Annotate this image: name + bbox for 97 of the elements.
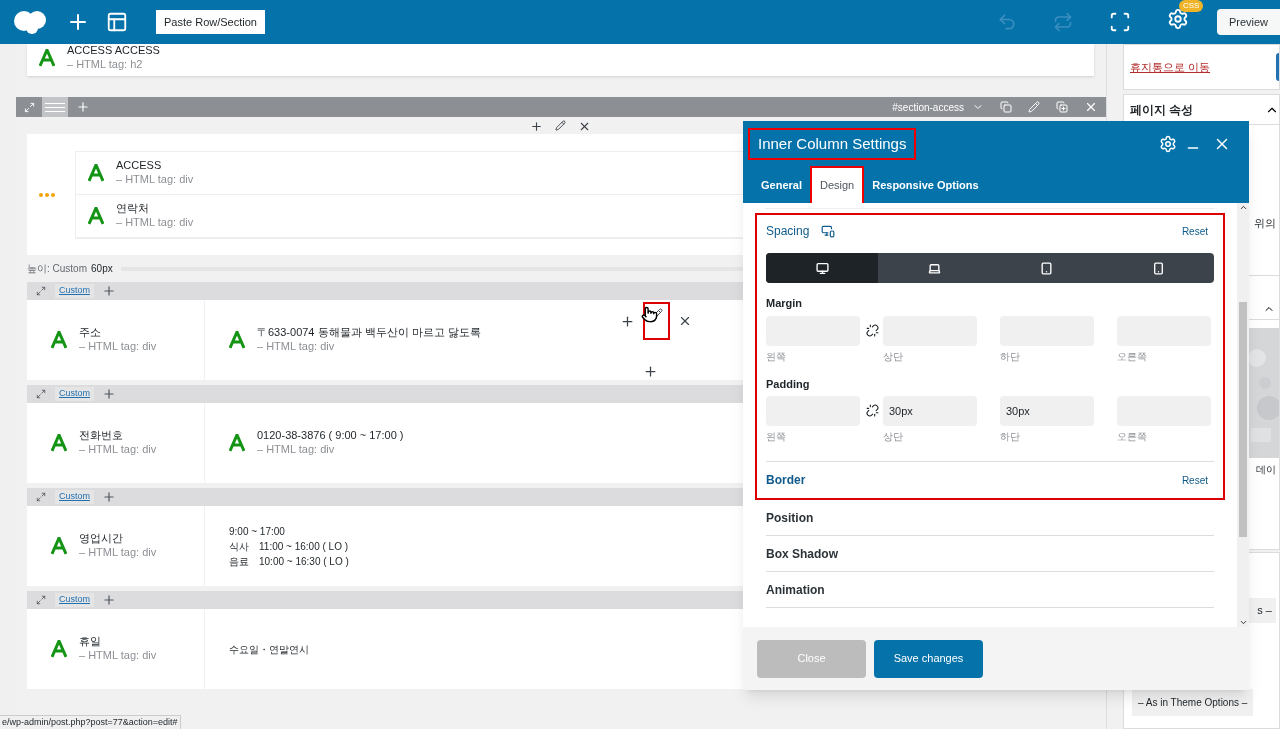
- group-title: Margin: [766, 296, 804, 311]
- paste-row-button[interactable]: Paste Row/Section: [156, 9, 265, 35]
- unlink-icon[interactable]: [866, 404, 879, 417]
- responsive-icon[interactable]: [821, 224, 836, 238]
- laptop-icon: [927, 261, 941, 275]
- element-title: 주소: [79, 326, 102, 340]
- modal-title: Inner Column Settings: [748, 127, 917, 161]
- field-label: 하단: [1000, 430, 1021, 444]
- panel-title: 페이지 속성: [1130, 101, 1194, 119]
- element-title: ACCESS ACCESS: [67, 44, 160, 58]
- more-icon[interactable]: [39, 192, 55, 197]
- height-label: 높이: Custom: [27, 262, 87, 276]
- field-label: 상단: [883, 349, 904, 364]
- text-element-icon: [229, 331, 245, 349]
- desktop-icon: [815, 261, 829, 275]
- element-tag: – HTML tag: div: [116, 215, 194, 230]
- phone-icon: [1151, 261, 1165, 275]
- unlink-icon[interactable]: [866, 323, 879, 337]
- text-element-icon: [39, 48, 55, 67]
- layout-link[interactable]: Custom: [55, 490, 94, 504]
- height-value: 60px: [91, 262, 113, 276]
- settings-icon[interactable]: [1166, 7, 1189, 30]
- layout-link[interactable]: Custom: [55, 284, 94, 298]
- field-label: 하단: [1000, 349, 1021, 364]
- content-text: 식사 11:00 ~ 16:00 ( LO ): [229, 539, 349, 554]
- text-element-icon: [51, 434, 67, 452]
- content-text: 음료 10:00 ~ 16:30 ( LO ): [229, 554, 349, 569]
- border-title: Border: [766, 472, 806, 489]
- scrollbar-thumb[interactable]: [1239, 302, 1247, 537]
- fullscreen-icon[interactable]: [1108, 11, 1131, 33]
- element-tag: – HTML tag: div: [257, 340, 481, 354]
- element-tag: – HTML tag: div: [257, 443, 404, 457]
- hand-cursor-icon: [641, 306, 658, 323]
- preview-button[interactable]: Preview: [1216, 8, 1280, 36]
- element-tag: – HTML tag: div: [79, 340, 157, 354]
- layout-link[interactable]: Custom: [55, 387, 94, 401]
- field-label: 상단: [883, 430, 904, 444]
- element-title: 전화번호: [79, 429, 124, 443]
- modal-tab[interactable]: General: [759, 167, 804, 203]
- text-element-icon: [51, 537, 67, 555]
- css-badge: CSS: [1178, 0, 1204, 12]
- text-element-icon: [88, 163, 104, 182]
- element-title: 0120-38-3876 ( 9:00 ~ 17:00 ): [257, 429, 404, 443]
- collapsed-section[interactable]: Box Shadow: [766, 536, 1214, 572]
- field-label: 오른쪽: [1117, 349, 1148, 364]
- text-element-icon: [51, 640, 67, 658]
- add-icon[interactable]: [620, 313, 635, 329]
- template-select[interactable]: – As in Theme Options –: [1132, 689, 1254, 716]
- content-text: 수요일・연말연시: [229, 642, 309, 657]
- element-tag: – HTML tag: div: [79, 546, 157, 560]
- field-label: 왼쪽: [766, 349, 787, 364]
- content-text: 9:00 ~ 17:00: [229, 524, 286, 539]
- element-title: 연락처: [116, 201, 150, 216]
- element-tag: – HTML tag: h2: [67, 57, 160, 72]
- element-tag: – HTML tag: div: [79, 443, 157, 457]
- element-title: ACCESS: [116, 158, 163, 173]
- add-icon[interactable]: [530, 120, 543, 133]
- text-fragment: 위의: [1254, 216, 1276, 231]
- settings-icon[interactable]: [1159, 135, 1177, 153]
- text-element-icon: [51, 331, 67, 349]
- collapsed-section[interactable]: Animation: [766, 572, 1214, 608]
- duplicate-icon[interactable]: [1056, 101, 1068, 113]
- spacing-field[interactable]: 30px: [1000, 396, 1094, 426]
- field-label: 오른쪽: [1117, 430, 1148, 444]
- close-icon[interactable]: [578, 120, 591, 133]
- update-button[interactable]: [1276, 53, 1279, 81]
- element-title: 휴일: [79, 635, 102, 649]
- reset-link[interactable]: Reset: [1181, 472, 1208, 488]
- text-fragment: 데이: [1256, 463, 1276, 477]
- collapsed-section[interactable]: Position: [766, 500, 1214, 536]
- modal-tab[interactable]: Design: [809, 166, 865, 203]
- layout-link[interactable]: Custom: [55, 593, 94, 607]
- reset-link[interactable]: Reset: [1181, 223, 1208, 239]
- save-changes-button[interactable]: Save changes: [874, 639, 983, 678]
- device-tab[interactable]: [766, 253, 878, 283]
- copy-icon[interactable]: [1000, 101, 1012, 113]
- group-title: Padding: [766, 376, 811, 392]
- element-title: 〒633-0074 동해물과 백두산이 마르고 닳도록: [257, 326, 481, 340]
- trash-link[interactable]: 휴지통으로 이동: [1130, 58, 1211, 76]
- scroll-up-icon[interactable]: [1238, 203, 1248, 212]
- element-tag: – HTML tag: div: [116, 172, 194, 187]
- element-title: 영업시간: [79, 532, 124, 546]
- tablet-icon: [1039, 261, 1053, 275]
- close-icon[interactable]: [678, 314, 692, 328]
- text-fragment: s –: [1249, 598, 1276, 623]
- modal-tab[interactable]: Responsive Options: [870, 167, 981, 203]
- layout-icon[interactable]: [106, 11, 128, 33]
- text-element-icon: [88, 206, 104, 225]
- scroll-down-icon[interactable]: [1238, 618, 1248, 627]
- add-icon[interactable]: [643, 364, 658, 379]
- spacing-field[interactable]: 30px: [883, 396, 977, 426]
- text-element-icon: [229, 434, 245, 452]
- element-tag: – HTML tag: div: [79, 649, 157, 663]
- section-anchor: #section-access: [892, 100, 964, 115]
- drag-handle-icon[interactable]: [42, 97, 68, 117]
- spacing-title: Spacing: [766, 223, 810, 240]
- field-label: 왼쪽: [766, 430, 787, 444]
